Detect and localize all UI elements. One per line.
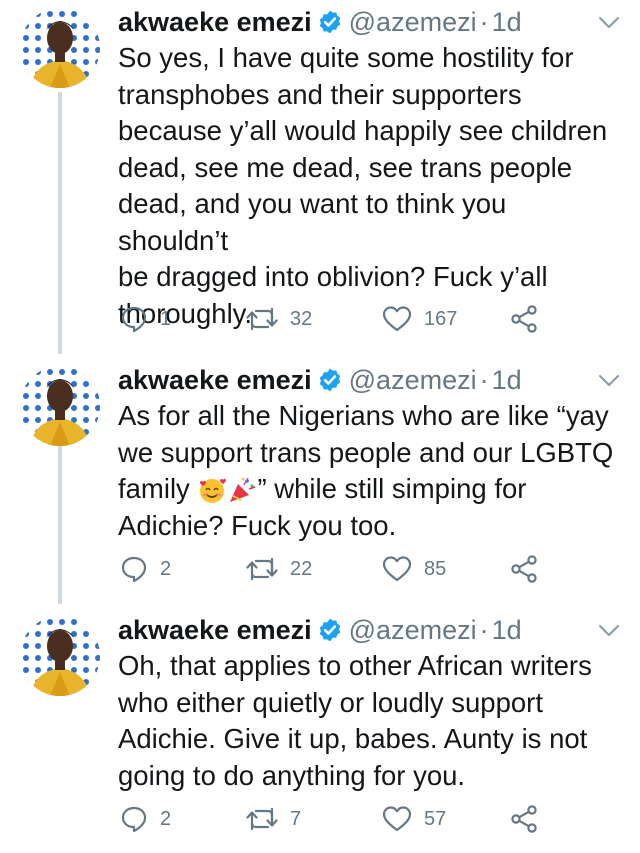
chevron-down-icon[interactable] — [598, 624, 620, 638]
author-handle[interactable]: @azemezi — [349, 365, 477, 395]
author-name[interactable]: akwaeke emezi — [118, 7, 312, 37]
reply-button[interactable]: 2 — [120, 804, 171, 834]
author-name[interactable]: akwaeke emezi — [118, 615, 312, 645]
retweet-icon — [246, 555, 278, 583]
share-icon — [510, 305, 540, 333]
tweet-timestamp[interactable]: 1d — [492, 615, 522, 645]
share-icon — [510, 805, 540, 833]
smiling-face-with-hearts-icon — [200, 478, 227, 503]
like-button[interactable]: 57 — [382, 804, 446, 834]
tweet-timestamp[interactable]: 1d — [492, 7, 522, 37]
reply-icon — [120, 555, 148, 583]
tweet-text-line: dead, and you want to think you shouldn’… — [118, 188, 507, 256]
retweet-icon — [246, 305, 278, 333]
reply-count: 2 — [160, 557, 172, 580]
tweet-text-fragment: family — [118, 473, 190, 504]
tweet-text: So yes, I have quite some hostility for … — [118, 40, 618, 332]
chevron-down-icon[interactable] — [598, 16, 620, 30]
tweet-text-line: because y’all would happily see children — [118, 115, 608, 146]
tweet-text-line: Oh, that applies to other African writer… — [118, 650, 592, 681]
tweet-text: As for all the Nigerians who are like “y… — [118, 398, 618, 544]
reply-icon — [120, 305, 148, 333]
author-handle[interactable]: @azemezi — [349, 615, 477, 645]
retweet-count: 7 — [290, 807, 302, 830]
retweet-button[interactable]: 32 — [246, 304, 312, 334]
like-button[interactable]: 167 — [382, 304, 457, 334]
tweet-text-line: So yes, I have quite some hostility for — [118, 42, 574, 73]
chevron-down-icon[interactable] — [598, 374, 620, 388]
tweet-header: akwaeke emezi @azemezi · 1d — [118, 365, 522, 395]
like-count: 167 — [424, 307, 458, 330]
separator-dot: · — [479, 365, 489, 395]
tweet-text-line: As for all the Nigerians who are like “y… — [118, 400, 609, 431]
party-popper-icon — [230, 477, 256, 502]
like-count: 85 — [424, 557, 447, 580]
heart-icon — [382, 305, 412, 333]
verified-badge-icon — [317, 617, 343, 643]
thread-connector-line — [58, 92, 62, 354]
avatar[interactable] — [20, 366, 100, 446]
author-handle[interactable]: @azemezi — [349, 7, 477, 37]
tweet-text: Oh, that applies to other African writer… — [118, 648, 618, 794]
share-button[interactable] — [510, 804, 540, 834]
tweet-text-line: be dragged into oblivion? Fuck y’all — [118, 261, 548, 292]
share-button[interactable] — [510, 554, 540, 584]
heart-icon — [382, 555, 412, 583]
reply-button[interactable]: 1 — [120, 304, 171, 334]
retweet-icon — [246, 805, 278, 833]
thread-connector-line — [58, 442, 62, 604]
reply-button[interactable]: 2 — [120, 554, 171, 584]
tweet-text-line: Adichie. Give it up, babes. Aunty is not — [118, 723, 588, 754]
tweet-timestamp[interactable]: 1d — [492, 365, 522, 395]
separator-dot: · — [479, 615, 489, 645]
tweet-text-line: Adichie? Fuck you too. — [118, 509, 397, 541]
tweet-header: akwaeke emezi @azemezi · 1d — [118, 615, 522, 645]
share-button[interactable] — [510, 304, 540, 334]
heart-icon — [382, 805, 412, 833]
retweet-button[interactable]: 7 — [246, 804, 301, 834]
tweet-text-line: we support trans people and our LGBTQ — [118, 436, 614, 468]
like-count: 57 — [424, 807, 447, 830]
tweet-header: akwaeke emezi @azemezi · 1d — [118, 7, 522, 37]
verified-badge-icon — [317, 9, 343, 35]
tweet-text-line: who either quietly or loudly support — [118, 686, 543, 718]
avatar[interactable] — [20, 616, 100, 696]
retweet-count: 32 — [290, 307, 313, 330]
avatar[interactable] — [20, 8, 100, 88]
share-icon — [510, 555, 540, 583]
verified-badge-icon — [317, 367, 343, 393]
like-button[interactable]: 85 — [382, 554, 446, 584]
reply-count: 2 — [160, 807, 172, 830]
reply-count: 1 — [160, 307, 172, 330]
author-name[interactable]: akwaeke emezi — [118, 365, 312, 395]
reply-icon — [120, 805, 148, 833]
tweet-text-line: family ” while still simping for — [118, 471, 618, 508]
retweet-button[interactable]: 22 — [246, 554, 312, 584]
tweet-text-line: dead, see me dead, see trans people — [118, 151, 573, 183]
retweet-count: 22 — [290, 557, 313, 580]
separator-dot: · — [479, 7, 489, 37]
tweet-text-line: going to do anything for you. — [118, 759, 466, 791]
tweet-text-fragment: ” while still simping for — [257, 473, 527, 504]
tweet-text-line: thoroughly. — [118, 297, 253, 329]
tweet-text-line: transphobes and their supporters — [118, 78, 522, 110]
